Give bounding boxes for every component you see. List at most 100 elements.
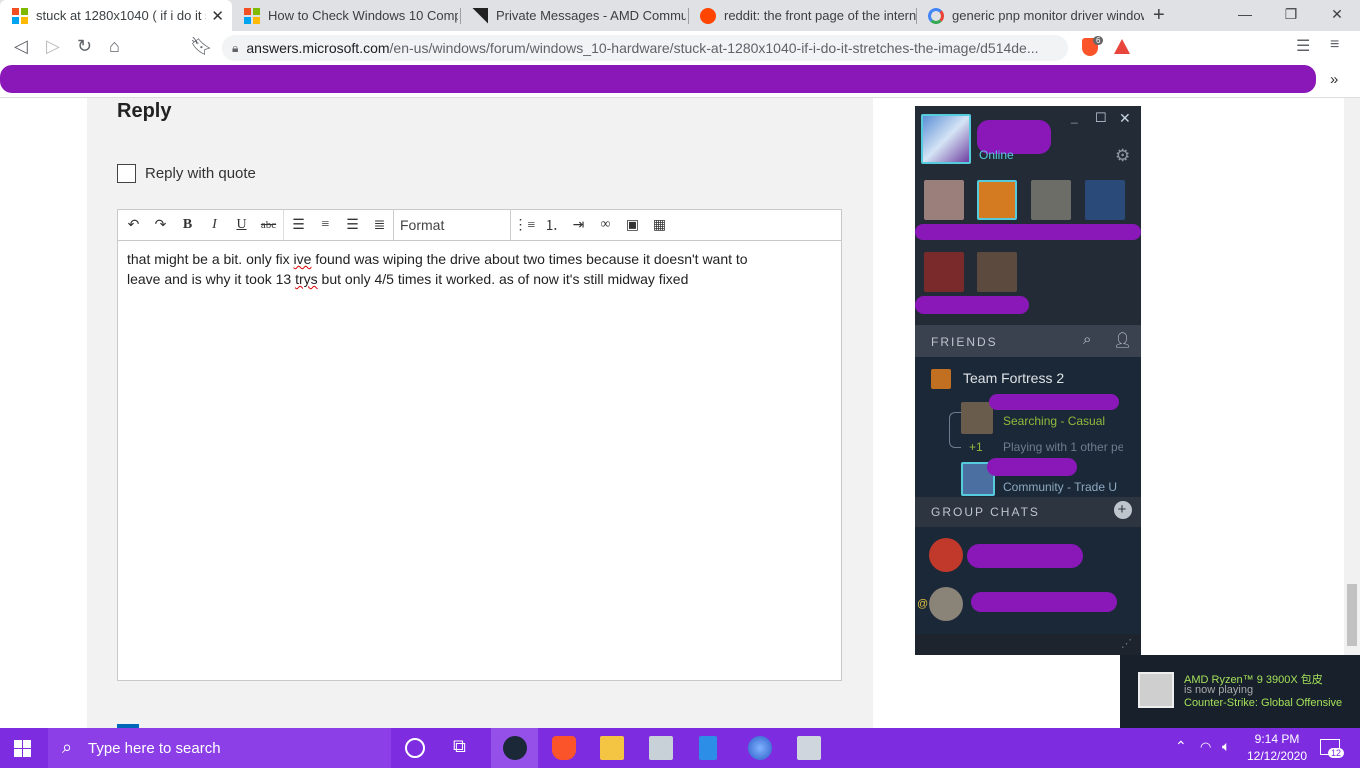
notification-game: Counter-Strike: Global Offensive bbox=[1184, 697, 1343, 709]
gear-icon[interactable]: ⚙ bbox=[1115, 146, 1130, 166]
cortana-icon[interactable] bbox=[405, 738, 425, 758]
friend-avatar[interactable] bbox=[1085, 180, 1125, 220]
volume-icon[interactable]: 🔈︎ bbox=[1222, 738, 1230, 755]
friend-avatar[interactable] bbox=[977, 252, 1017, 292]
justify-icon[interactable]: ≣ bbox=[366, 210, 393, 240]
redo-icon[interactable]: ↷ bbox=[147, 210, 174, 240]
add-group-icon[interactable]: + bbox=[1114, 501, 1132, 519]
home-button[interactable]: ⌂ bbox=[109, 36, 120, 57]
media-playlist-icon[interactable]: ☰ bbox=[1296, 36, 1310, 56]
steam-notification[interactable]: AMD Ryzen™ 9 3900X 包皮 is now playing Cou… bbox=[1120, 655, 1360, 728]
restore-button[interactable]: ❐ bbox=[1279, 6, 1303, 23]
bookmarks-bar: » bbox=[0, 65, 1360, 98]
maximize-icon[interactable]: ☐ bbox=[1095, 110, 1107, 126]
tab-title: stuck at 1280x1040 ( if i do it str bbox=[36, 8, 206, 23]
google-icon bbox=[928, 7, 944, 24]
clock-date: 12/12/2020 bbox=[1246, 749, 1308, 763]
lock-icon: 🔒︎ bbox=[232, 40, 239, 55]
align-left-icon[interactable]: ☰ bbox=[285, 210, 312, 240]
tab-how-to-check[interactable]: How to Check Windows 10 Comput bbox=[232, 0, 460, 31]
photos-icon[interactable] bbox=[649, 736, 673, 760]
close-tab-icon[interactable]: ✕ bbox=[211, 7, 224, 25]
browser-globe-icon[interactable] bbox=[748, 736, 772, 760]
reply-with-quote-checkbox[interactable] bbox=[117, 164, 136, 183]
taskbar-search[interactable]: ⌕ Type here to search bbox=[48, 728, 391, 768]
italic-icon[interactable]: I bbox=[201, 210, 228, 240]
chevron-up-icon[interactable]: ⌃ bbox=[1175, 738, 1187, 755]
close-icon[interactable]: ✕ bbox=[1119, 110, 1131, 127]
taskbar-clock[interactable]: 9:14 PM 12/12/2020 bbox=[1246, 731, 1308, 765]
friend-avatar[interactable] bbox=[1031, 180, 1071, 220]
microsoft-icon bbox=[12, 7, 28, 24]
search-icon: ⌕ bbox=[62, 737, 73, 757]
brave-rewards-icon[interactable] bbox=[1114, 39, 1130, 54]
group-avatar[interactable] bbox=[929, 587, 963, 621]
undo-icon[interactable]: ↶ bbox=[120, 210, 147, 240]
reply-editor[interactable]: that might be a bit. only fix ive found … bbox=[117, 241, 842, 681]
scrollbar-thumb[interactable] bbox=[1347, 584, 1357, 646]
friend-avatar[interactable] bbox=[924, 252, 964, 292]
task-view-icon[interactable]: ⧉ bbox=[453, 736, 477, 760]
back-button[interactable]: ◁ bbox=[14, 36, 28, 57]
file-explorer-icon[interactable] bbox=[600, 736, 624, 760]
page-scrollbar[interactable] bbox=[1344, 98, 1360, 730]
steam-taskbar-app[interactable] bbox=[491, 728, 538, 768]
close-window-button[interactable]: ✕ bbox=[1325, 6, 1349, 23]
underline-icon[interactable]: U bbox=[228, 210, 255, 240]
new-tab-button[interactable]: + bbox=[1153, 4, 1165, 27]
body-text: that might be a bit. only fix bbox=[127, 251, 294, 267]
friend-avatar[interactable] bbox=[961, 402, 993, 434]
misspelled-word: ive bbox=[293, 251, 312, 267]
browser-toolbar: ◁ ▷ ↻ ⌂ 🔖︎ 🔒︎ answers.microsoft.com/en-u… bbox=[0, 31, 1360, 65]
indent-icon[interactable]: ⇥ bbox=[565, 210, 592, 240]
forward-button[interactable]: ▷ bbox=[46, 36, 60, 57]
image-icon[interactable]: ▣ bbox=[619, 210, 646, 240]
user-avatar[interactable] bbox=[921, 114, 971, 164]
friends-header: FRIENDS ⌕ 👤︎ bbox=[915, 325, 1141, 357]
resize-grip-icon[interactable]: ⋰ bbox=[1121, 637, 1132, 650]
game-title: Team Fortress 2 bbox=[963, 370, 1065, 386]
notification-text: is now playing bbox=[1184, 684, 1254, 696]
more-bookmarks-button[interactable]: » bbox=[1330, 71, 1338, 88]
numbered-list-icon[interactable]: ⒈ bbox=[538, 210, 565, 240]
bold-icon[interactable]: B bbox=[174, 210, 201, 240]
tab-title: Private Messages - AMD Communit bbox=[496, 8, 686, 23]
steam-friends-window: Online _ ☐ ✕ ⚙ FRIENDS ⌕ 👤︎ Team Fortres… bbox=[915, 106, 1141, 655]
reply-with-quote-row[interactable]: Reply with quote bbox=[117, 164, 256, 183]
address-bar[interactable]: 🔒︎ answers.microsoft.com/en-us/windows/f… bbox=[222, 35, 1068, 61]
align-right-icon[interactable]: ☰ bbox=[339, 210, 366, 240]
minimize-icon[interactable]: _ bbox=[1071, 110, 1078, 124]
search-placeholder: Type here to search bbox=[88, 739, 221, 757]
friend-avatar[interactable] bbox=[924, 180, 964, 220]
tab-title: reddit: the front page of the internet bbox=[724, 8, 916, 23]
bookmark-icon[interactable]: 🔖︎ bbox=[190, 36, 213, 57]
phone-app-icon[interactable] bbox=[699, 736, 717, 760]
reload-button[interactable]: ↻ bbox=[77, 36, 92, 57]
link-icon[interactable]: ∞ bbox=[592, 210, 619, 240]
friend-avatar[interactable] bbox=[977, 180, 1017, 220]
group-avatar[interactable] bbox=[929, 538, 963, 572]
body-text: found was wiping the drive about two tim… bbox=[311, 251, 748, 267]
table-icon[interactable]: ▦ bbox=[646, 210, 673, 240]
minimize-button[interactable]: — bbox=[1233, 6, 1257, 22]
misspelled-word: trys bbox=[295, 271, 318, 287]
tab-google[interactable]: generic pnp monitor driver window bbox=[916, 0, 1144, 31]
tab-reddit[interactable]: reddit: the front page of the internet bbox=[688, 0, 916, 31]
strikethrough-icon[interactable]: abc bbox=[255, 210, 282, 240]
format-dropdown[interactable]: Format bbox=[393, 210, 511, 240]
menu-icon[interactable]: ≡ bbox=[1330, 36, 1339, 54]
clock-time: 9:14 PM bbox=[1254, 732, 1300, 746]
search-icon[interactable]: ⌕ bbox=[1083, 331, 1093, 348]
app-icon[interactable] bbox=[797, 736, 821, 760]
bullet-list-icon[interactable]: ⋮≡ bbox=[511, 210, 538, 240]
tab-amd-community[interactable]: Private Messages - AMD Communit bbox=[460, 0, 688, 31]
tab-active[interactable]: stuck at 1280x1040 ( if i do it str ✕ bbox=[0, 0, 232, 31]
align-center-icon[interactable]: ≡ bbox=[312, 210, 339, 240]
body-text: but only 4/5 times it worked. as of now … bbox=[317, 271, 689, 287]
windows-start-icon[interactable] bbox=[14, 740, 31, 757]
add-friend-icon[interactable]: 👤︎ bbox=[1113, 331, 1134, 349]
wifi-icon[interactable]: ◠ bbox=[1200, 739, 1211, 755]
browser-tab-strip: stuck at 1280x1040 ( if i do it str ✕ Ho… bbox=[0, 0, 1360, 31]
redaction-scribble bbox=[915, 224, 1141, 240]
brave-icon[interactable] bbox=[552, 736, 576, 760]
